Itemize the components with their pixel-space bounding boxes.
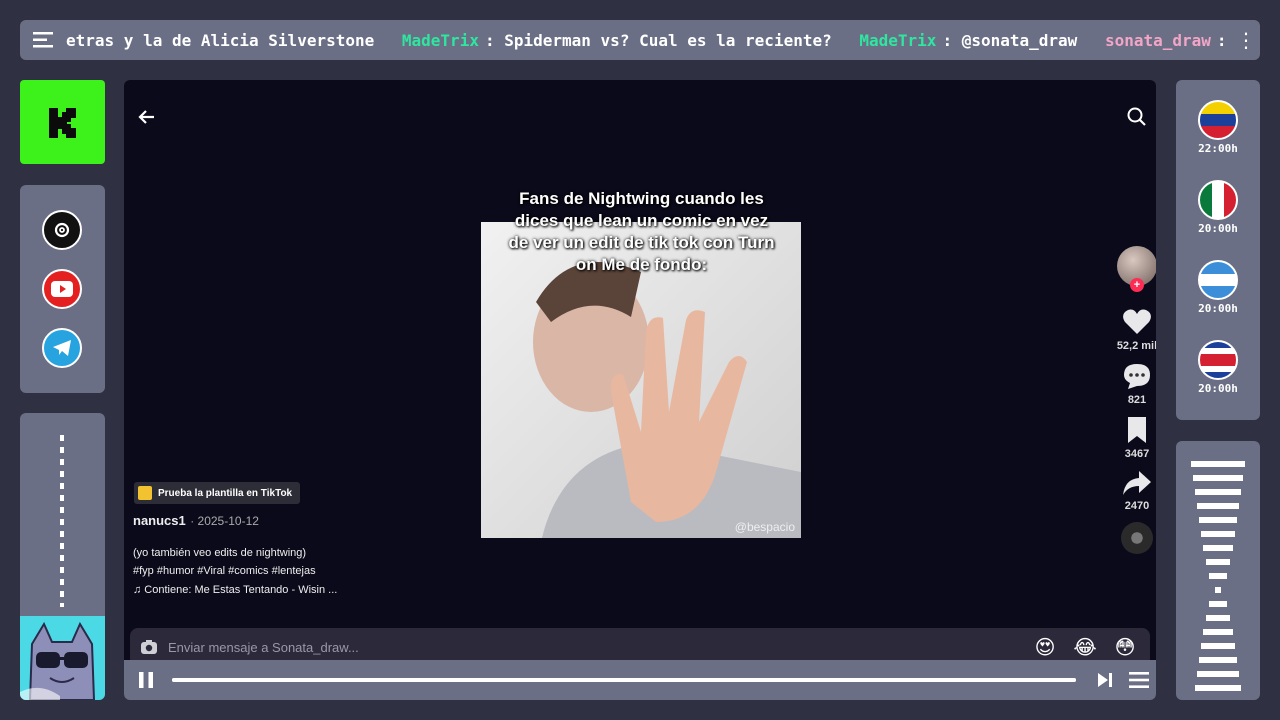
kick-logo-icon	[48, 108, 76, 138]
template-icon	[138, 486, 152, 500]
chat-ticker: etras y la de Alicia Silverstone MadeTri…	[20, 20, 1260, 60]
like-button[interactable]: 52,2 mil	[1114, 308, 1156, 352]
pause-icon[interactable]	[124, 670, 168, 690]
playlist-menu-icon[interactable]	[1122, 671, 1156, 689]
visualizer-bar	[1195, 685, 1241, 691]
follow-plus-icon[interactable]: +	[1130, 278, 1144, 292]
heart-eyes-emoji-icon[interactable]: 😍	[1030, 632, 1060, 662]
comment-count: 821	[1127, 394, 1147, 406]
music-disc-icon[interactable]	[1121, 522, 1153, 554]
ticker-messages: etras y la de Alicia Silverstone MadeTri…	[66, 31, 1232, 50]
visualizer-bar	[1206, 559, 1230, 565]
venezuela-flag-icon	[1198, 100, 1238, 140]
hamburger-menu-icon[interactable]	[20, 20, 66, 60]
schedule-time: 20:00h	[1198, 222, 1238, 235]
social-links-panel	[20, 185, 105, 393]
author-avatar[interactable]: +	[1117, 246, 1156, 292]
video-viewer: @besp­acio Fans de Nightwing cuando les …	[124, 80, 1156, 700]
post-description: (yo también veo edits de nightwing)	[133, 547, 307, 559]
visualizer-bar	[1203, 545, 1233, 551]
flushed-emoji-icon[interactable]: 😳	[1110, 632, 1140, 662]
comment-button[interactable]: 821	[1114, 362, 1156, 406]
save-count: 3467	[1124, 448, 1150, 460]
comment-icon	[1124, 364, 1150, 389]
video-caption: Fans de Nightwing cuando les dices que l…	[508, 189, 775, 274]
visualizer-bar	[1199, 517, 1237, 523]
schedule-time: 22:00h	[1198, 142, 1238, 155]
telegram-icon[interactable]	[42, 328, 82, 368]
visualizer-bar	[1215, 587, 1221, 593]
youtube-icon[interactable]	[42, 269, 82, 309]
progress-bar[interactable]	[172, 678, 1076, 682]
nicaragua-flag-icon	[1198, 260, 1238, 300]
video-actions: + 52,2 mil 821 3467 2470	[1114, 246, 1156, 554]
schedule-item-nicaragua: 20:00h	[1176, 260, 1260, 315]
schedule-item-venezuela: 22:00h	[1176, 100, 1260, 155]
ticker-message-text: etras y la de Alicia Silverstone	[66, 30, 375, 50]
ticker-username: MadeTrix	[859, 30, 937, 50]
visualizer-bar	[1193, 475, 1243, 481]
visualizer-bar	[1201, 643, 1235, 649]
laughing-emoji-icon[interactable]: 😂	[1070, 632, 1100, 662]
video-watermark: @besp­acio	[734, 520, 795, 534]
visualizer-bar	[1195, 489, 1241, 495]
post-hashtags[interactable]: #fyp #humor #Viral #comics #lentejas	[133, 562, 337, 580]
visualizer-bar	[1206, 615, 1230, 621]
costa-rica-flag-icon	[1198, 340, 1238, 380]
template-badge[interactable]: Prueba la plantilla en TikTok	[134, 482, 301, 504]
bookmark-icon	[1128, 417, 1146, 443]
skip-next-icon[interactable]	[1088, 671, 1122, 689]
template-badge-label: Prueba la plantilla en TikTok	[158, 487, 293, 499]
more-options-icon[interactable]: ⋮	[1232, 28, 1260, 52]
search-icon[interactable]	[1126, 106, 1148, 128]
threads-icon[interactable]	[42, 210, 82, 250]
player-controls	[124, 660, 1156, 700]
ticker-message-text: : la lógica se fue de sabático	[1216, 30, 1232, 50]
schedule-time: 20:00h	[1198, 382, 1238, 395]
decorative-panel	[20, 413, 105, 700]
stream-schedule-panel: 22:00h 20:00h 20:00h 20:00h	[1176, 80, 1260, 420]
ticker-username: sonata_draw	[1104, 30, 1211, 50]
share-count: 2470	[1124, 500, 1150, 512]
dotted-divider	[60, 435, 64, 607]
back-arrow-icon[interactable]	[136, 106, 158, 128]
share-button[interactable]: 2470	[1114, 470, 1156, 512]
schedule-item-mexico: 20:00h	[1176, 180, 1260, 235]
schedule-item-costa-rica: 20:00h	[1176, 340, 1260, 395]
cat-mascot-avatar	[20, 616, 105, 700]
heart-icon	[1123, 309, 1151, 334]
visualizer-bar	[1209, 601, 1227, 607]
visualizer-bar	[1191, 461, 1245, 467]
camera-icon[interactable]	[140, 639, 158, 655]
mexico-flag-icon	[1198, 180, 1238, 220]
visualizer-bar	[1201, 531, 1235, 537]
author-name[interactable]: nanucs1	[133, 513, 186, 528]
visualizer-bar	[1199, 657, 1237, 663]
ticker-message-text: : @sonata_draw	[942, 30, 1078, 50]
visualizer-bar	[1203, 629, 1233, 635]
visualizer-bar	[1197, 671, 1239, 677]
sound-info[interactable]: ♫ Contiene: Me Estas Tentando - Wisin ..…	[133, 584, 337, 596]
post-meta: nanucs1 · 2025-10-12 (yo también veo edi…	[133, 512, 337, 596]
post-date: · 2025-10-12	[190, 514, 259, 528]
progress-fill	[172, 678, 1076, 682]
ticker-message-text: : Spiderman vs? Cual es la reciente?	[484, 30, 832, 50]
save-button[interactable]: 3467	[1114, 416, 1156, 460]
audio-visualizer-panel	[1176, 441, 1260, 700]
message-input[interactable]: Enviar mensaje a Sonata_draw...	[168, 640, 1030, 655]
kick-logo	[20, 80, 105, 164]
visualizer-bar	[1209, 573, 1227, 579]
ticker-username: MadeTrix	[401, 30, 479, 50]
visualizer-bar	[1197, 503, 1239, 509]
schedule-time: 20:00h	[1198, 302, 1238, 315]
share-arrow-icon	[1123, 471, 1151, 495]
like-count: 52,2 mil	[1116, 340, 1156, 352]
